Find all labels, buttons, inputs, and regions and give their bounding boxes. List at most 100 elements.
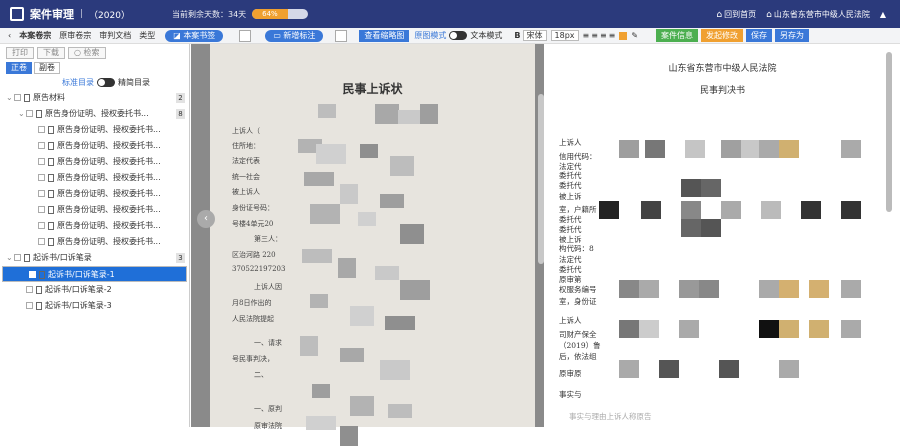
scan-text-line: 370522197203 bbox=[232, 265, 286, 273]
scan-text-line: 第三人： bbox=[254, 235, 282, 243]
redaction-block bbox=[841, 280, 861, 298]
tree-checkbox[interactable] bbox=[38, 190, 45, 197]
download-button[interactable]: 下载 bbox=[37, 47, 65, 59]
tree-item[interactable]: 原告身份证明、授权委托书... bbox=[0, 170, 189, 186]
tab-main-volume[interactable]: 正卷 bbox=[6, 62, 32, 74]
tree-checkbox[interactable] bbox=[38, 158, 45, 165]
save-button[interactable]: 保存 bbox=[746, 29, 773, 42]
scan-text-line: 上诉人（ bbox=[232, 127, 260, 135]
tab-current-file[interactable]: 本案卷宗 bbox=[15, 30, 55, 41]
redaction-block bbox=[701, 179, 721, 197]
tree-count-badge: 2 bbox=[176, 93, 185, 103]
back-arrow-icon[interactable]: ‹ bbox=[4, 31, 15, 40]
add-mark-button[interactable]: ▭ 新增标注 bbox=[265, 29, 324, 42]
tree-item-label: 原告身份证明、授权委托书... bbox=[57, 221, 161, 230]
tree-item-label: 原告身份证明、授权委托书... bbox=[57, 157, 161, 166]
tree-item-label: 起诉书/口诉笔录 bbox=[33, 253, 92, 262]
scan-text-line: 一、请求 bbox=[254, 339, 282, 347]
scan-text-line: 被上诉人 bbox=[232, 188, 260, 196]
bookmark-button[interactable]: ◪ 本案书签 bbox=[165, 29, 224, 42]
pen-icon[interactable]: ✎ bbox=[631, 31, 638, 40]
tree-checkbox[interactable] bbox=[38, 222, 45, 229]
print-button[interactable]: 打印 bbox=[6, 47, 34, 59]
user-icon[interactable]: ▲ bbox=[880, 10, 886, 19]
home-link[interactable]: ⌂ 回到首页 bbox=[716, 9, 756, 20]
folder-icon bbox=[24, 93, 30, 102]
tree-checkbox[interactable] bbox=[38, 126, 45, 133]
expand-arrow-icon[interactable]: ⌄ bbox=[18, 106, 26, 122]
tree-item-label: 原告身份证明、授权委托书... bbox=[57, 205, 161, 214]
title-divider: | bbox=[80, 9, 84, 19]
tree-item[interactable]: ⌄ 原告身份证明、授权委托书... 8 bbox=[0, 106, 189, 122]
tree-item[interactable]: 起诉书/口诉笔录-2 bbox=[0, 282, 189, 298]
document-icon bbox=[48, 125, 54, 134]
tree-checkbox[interactable] bbox=[29, 271, 36, 278]
tree-item[interactable]: 原告身份证明、授权委托书... bbox=[0, 186, 189, 202]
initiate-edit-button[interactable]: 发起修改 bbox=[701, 29, 744, 42]
tree-item[interactable]: 起诉书/口诉笔录-1 bbox=[2, 266, 187, 282]
tree-item[interactable]: 原告身份证明、授权委托书... bbox=[0, 234, 189, 250]
size-select[interactable]: 18px bbox=[550, 30, 579, 41]
align-icons[interactable]: ≡≡≡≡ bbox=[583, 31, 618, 40]
text-mode-label[interactable]: 文本模式 bbox=[470, 30, 502, 41]
tree-checkbox[interactable] bbox=[14, 94, 21, 101]
redaction-block bbox=[721, 201, 741, 219]
case-info-button[interactable]: 案件信息 bbox=[656, 29, 699, 42]
days-left: 当前剩余天数：34天 bbox=[172, 9, 247, 19]
save-as-button[interactable]: 另存为 bbox=[775, 29, 810, 42]
bold-icon[interactable]: B bbox=[514, 31, 520, 40]
tree-item[interactable]: 原告身份证明、授权委托书... bbox=[0, 154, 189, 170]
redaction-block bbox=[350, 396, 374, 416]
tree-checkbox[interactable] bbox=[38, 206, 45, 213]
doc-scrollbar[interactable] bbox=[886, 52, 892, 212]
thumbnail-button[interactable]: 查看缩略图 bbox=[359, 29, 410, 42]
mode-toggle[interactable] bbox=[449, 31, 468, 40]
highlight-icon[interactable] bbox=[619, 31, 628, 40]
tool-square-2[interactable] bbox=[335, 29, 348, 42]
redaction-block bbox=[699, 280, 719, 298]
tree-item[interactable]: ⌄ 原告材料 2 bbox=[0, 90, 189, 106]
redaction-block bbox=[639, 280, 659, 298]
court-link[interactable]: ⌂ 山东省东营市中级人民法院 bbox=[766, 9, 870, 20]
tree-checkbox[interactable] bbox=[38, 174, 45, 181]
viewer-scrollbar[interactable] bbox=[538, 94, 544, 264]
tree-checkbox[interactable] bbox=[26, 286, 33, 293]
tool-square-1[interactable] bbox=[239, 29, 252, 42]
standard-dir-label[interactable]: 标准目录 bbox=[62, 77, 94, 88]
tree-item[interactable]: 起诉书/口诉笔录-3 bbox=[0, 298, 189, 314]
tab-trial-docs[interactable]: 审判文档 bbox=[95, 30, 135, 41]
tree-checkbox[interactable] bbox=[38, 142, 45, 149]
prev-page-icon[interactable]: ‹ bbox=[197, 210, 215, 228]
redaction-block bbox=[779, 320, 799, 338]
tab-sub-volume[interactable]: 副卷 bbox=[34, 62, 60, 74]
tab-type[interactable]: 类型 bbox=[135, 30, 159, 41]
home-label: 回到首页 bbox=[724, 9, 757, 19]
tree-checkbox[interactable] bbox=[26, 110, 33, 117]
redaction-block bbox=[681, 201, 701, 219]
tree-checkbox[interactable] bbox=[38, 238, 45, 245]
tree-item[interactable]: 原告身份证明、授权委托书... bbox=[0, 202, 189, 218]
font-select[interactable]: 宋体 bbox=[522, 30, 547, 41]
judgment-line: 后，依法组 bbox=[559, 352, 597, 361]
redaction-block bbox=[759, 320, 779, 338]
original-mode-label[interactable]: 原图模式 bbox=[414, 30, 446, 41]
expand-arrow-icon[interactable]: ⌄ bbox=[6, 90, 14, 106]
tree-item[interactable]: 原告身份证明、授权委托书... bbox=[0, 218, 189, 234]
expand-arrow-icon[interactable]: ⌄ bbox=[6, 250, 14, 266]
redaction-block bbox=[779, 280, 799, 298]
redaction-block bbox=[679, 320, 699, 338]
redaction-block bbox=[360, 144, 378, 158]
simple-dir-label[interactable]: 精简目录 bbox=[118, 77, 150, 88]
document-icon bbox=[36, 301, 42, 310]
left-panel: 打印 下载 ○ 检索 正卷 副卷 标准目录 精简目录 ⌄ 原告材料 2 ⌄ 原告身份证明… bbox=[0, 44, 190, 427]
tree-checkbox[interactable] bbox=[14, 254, 21, 261]
scanned-page: 民事上诉状 上诉人（ 住所地： 法定代表 统一社会 被上诉人 身份证号码： 号楼4单元20 第… bbox=[210, 44, 535, 446]
tree-item[interactable]: 原告身份证明、授权委托书... bbox=[0, 122, 189, 138]
tab-original-file[interactable]: 原审卷宗 bbox=[55, 30, 95, 41]
tree-checkbox[interactable] bbox=[26, 302, 33, 309]
dir-toggle[interactable] bbox=[97, 78, 115, 87]
tree-item[interactable]: 原告身份证明、授权委托书... bbox=[0, 138, 189, 154]
tree-item[interactable]: ⌄ 起诉书/口诉笔录 3 bbox=[0, 250, 189, 266]
search-button[interactable]: ○ 检索 bbox=[68, 47, 106, 59]
judgment-document: 山东省东营市中级人民法院 民事判决书 上诉人 信用代码： 法定代 委托代 委托代 被上诉室… bbox=[545, 44, 900, 427]
